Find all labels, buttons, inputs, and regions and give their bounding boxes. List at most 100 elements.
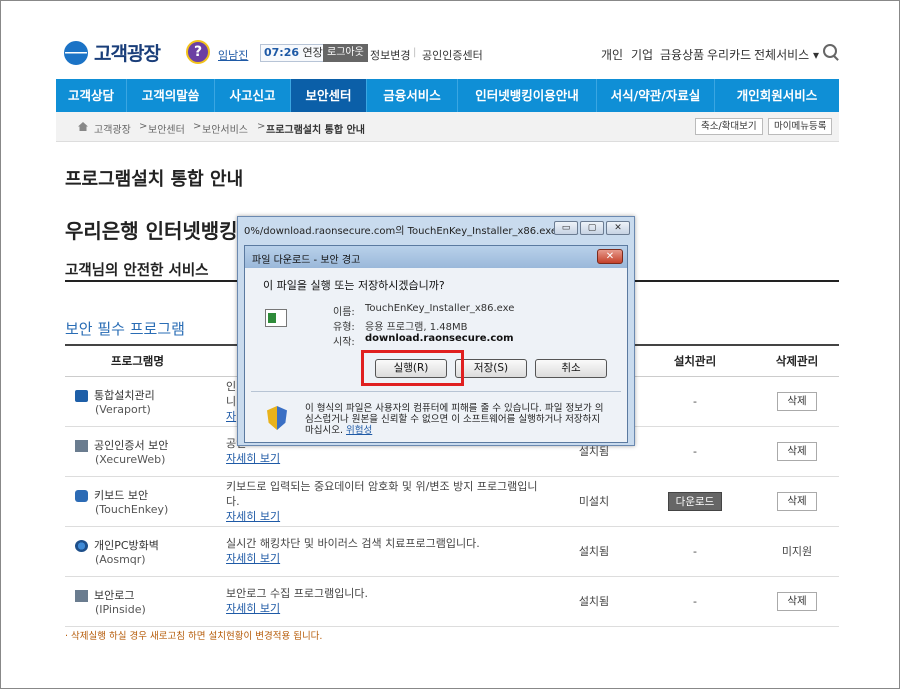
program-name-cell: 키보드 보안 (TouchEnkey) (65, 476, 210, 527)
delete-button[interactable]: 삭제 (777, 391, 817, 411)
install-manage: - (635, 526, 755, 577)
screenshot-frame: 고객광장 ? 임남진 07:26 연장 로그아웃 정보변경 | 공인인증센터 개… (0, 0, 900, 689)
minimize-button[interactable]: ▭ (554, 221, 578, 235)
program-description-cont: 다. (226, 494, 240, 508)
nav-item-finance[interactable]: 금융서비스 (367, 79, 458, 112)
column-header: 프로그램명 (65, 345, 210, 377)
program-description: 실시간 해킹차단 및 바이러스 검색 치료프로그램입니다. (226, 537, 480, 550)
install-manage: - (635, 576, 755, 627)
dialog-close-button[interactable]: ✕ (597, 249, 623, 264)
save-button[interactable]: 저장(S) (455, 359, 527, 378)
util-card[interactable]: 우리카드 (707, 46, 751, 63)
file-type-value: 응용 프로그램, 1.48MB (365, 322, 468, 333)
file-source-value: download.raonsecure.com (365, 333, 514, 344)
dialog-divider (251, 391, 621, 392)
delete-cell: 삭제 (755, 576, 839, 627)
delete-status: 미지원 (755, 526, 839, 577)
file-download-dialog: 파일 다운로드 - 보안 경고 ✕ 이 파일을 실행 또는 저장하시겠습니까? … (244, 245, 628, 443)
cancel-button[interactable]: 취소 (535, 359, 607, 378)
util-all-services[interactable]: 전체서비스 ▾ (754, 46, 819, 63)
user-name-link[interactable]: 임남진 (218, 47, 248, 63)
header-separator: | (413, 47, 417, 58)
logout-button[interactable]: 로그아웃 (323, 44, 368, 62)
help-icon[interactable]: ? (186, 40, 210, 64)
util-business[interactable]: 기업 (631, 46, 653, 63)
table-row: 보안로그 (IPinside) 보안로그 수집 프로그램입니다. 자세히 보기 … (65, 576, 839, 627)
main-nav: 고객상담 고객의말씀 사고신고 보안센터 금융서비스 인터넷뱅킹이용안내 서식/… (56, 79, 839, 112)
home-icon[interactable] (78, 122, 88, 131)
dialog-question: 이 파일을 실행 또는 저장하시겠습니까? (263, 279, 445, 292)
program-name-cell: 보안로그 (IPinside) (65, 576, 210, 627)
program-english-name: (IPinside) (95, 602, 146, 616)
nav-item-security[interactable]: 보안센터 (291, 79, 367, 112)
certificate-center-link[interactable]: 공인인증센터 (422, 47, 483, 63)
column-header: 삭제관리 (755, 345, 839, 377)
download-button[interactable]: 다운로드 (667, 491, 723, 511)
search-icon[interactable] (823, 44, 837, 58)
logo-text: 고객광장 (94, 43, 161, 65)
breadcrumb-item[interactable]: 보안센터 (148, 121, 185, 136)
program-description-cell: 보안로그 수집 프로그램입니다. 자세히 보기 (210, 576, 553, 627)
program-description: 보안로그 수집 프로그램입니다. (226, 587, 369, 600)
timer-value: 07:26 (264, 46, 300, 59)
file-name-label: 이름: (333, 307, 355, 318)
delete-button[interactable]: 삭제 (777, 491, 817, 511)
nav-item-voice[interactable]: 고객의말씀 (127, 79, 215, 112)
program-name-cell: 공인인증서 보안 (XecureWeb) (65, 426, 210, 477)
breadcrumb-separator: > (139, 121, 148, 132)
security-warning: 이 형식의 파일은 사용자의 컴퓨터에 피해를 줄 수 있습니다. 파일 정보가… (305, 403, 605, 436)
detail-link[interactable]: 자세히 보기 (226, 451, 553, 466)
program-english-name: (Veraport) (95, 402, 151, 416)
detail-link[interactable]: 자세히 보기 (226, 509, 553, 524)
breadcrumb-item[interactable]: 고객광장 (94, 121, 131, 136)
column-header: 설치관리 (635, 345, 755, 377)
util-personal[interactable]: 개인 (601, 46, 623, 63)
nav-item-consult[interactable]: 고객상담 (56, 79, 127, 112)
security-shield-icon (267, 406, 287, 430)
site-logo[interactable]: 고객광장 (64, 39, 161, 66)
delete-cell: 삭제 (755, 426, 839, 477)
dialog-title: 파일 다운로드 - 보안 경고 (252, 255, 361, 266)
program-description-cell: 키보드로 입력되는 중요데이터 암호화 및 위/변조 방지 프로그램입니 다. … (210, 476, 553, 527)
delete-cell: 삭제 (755, 476, 839, 527)
install-manage: - (635, 376, 755, 427)
delete-button[interactable]: 삭제 (777, 591, 817, 611)
download-window-title: 0%/download.raonsecure.com의 TouchEnKey_I… (244, 226, 579, 237)
profile-edit-link[interactable]: 정보변경 (370, 47, 410, 63)
install-manage-cell: 다운로드 (635, 476, 755, 527)
util-products[interactable]: 금융상품 (660, 46, 704, 63)
detail-link[interactable]: 자세히 보기 (226, 601, 553, 616)
nav-item-forms[interactable]: 서식/약관/자료실 (597, 79, 715, 112)
program-english-name: (XecureWeb) (95, 452, 166, 466)
page-title: 프로그램설치 통합 안내 (65, 169, 244, 190)
veraport-icon (75, 389, 88, 402)
timer-extend-link[interactable]: 연장 (303, 46, 323, 59)
breadcrumb-current: 프로그램설치 통합 안내 (266, 125, 365, 136)
window-close-button[interactable]: ✕ (606, 221, 630, 235)
maximize-button[interactable]: ▢ (580, 221, 604, 235)
nav-item-accident[interactable]: 사고신고 (215, 79, 291, 112)
install-status: 설치됨 (553, 576, 635, 627)
program-name-cell: 통합설치관리 (Veraport) (65, 376, 210, 427)
risk-link[interactable]: 위험성 (346, 425, 372, 436)
program-description-cont: 니 (226, 394, 237, 408)
delete-button[interactable]: 삭제 (777, 441, 817, 461)
detail-link[interactable]: 자세히 보기 (226, 551, 553, 566)
executable-file-icon (265, 309, 287, 327)
page-headline: 우리은행 인터넷뱅킹 (65, 219, 238, 243)
nav-item-member[interactable]: 개인회원서비스 (715, 79, 839, 112)
program-name: 통합설치관리 (94, 388, 155, 402)
install-status: 설치됨 (553, 526, 635, 577)
program-name: 공인인증서 보안 (94, 438, 169, 452)
zoom-view-button[interactable]: 축소/확대보기 (695, 118, 763, 135)
bank-logo-icon (64, 40, 88, 65)
program-description: 인 (226, 379, 237, 393)
add-my-menu-button[interactable]: 마이메뉴등록 (768, 118, 833, 135)
keyboard-security-icon (75, 489, 88, 502)
install-status: 미설치 (553, 476, 635, 527)
install-manage: - (635, 426, 755, 477)
breadcrumb-item[interactable]: 보안서비스 (202, 121, 248, 136)
program-english-name: (Aosmqr) (95, 552, 146, 566)
dialog-title-bar: 파일 다운로드 - 보안 경고 ✕ (245, 246, 627, 268)
nav-item-banking-guide[interactable]: 인터넷뱅킹이용안내 (458, 79, 597, 112)
